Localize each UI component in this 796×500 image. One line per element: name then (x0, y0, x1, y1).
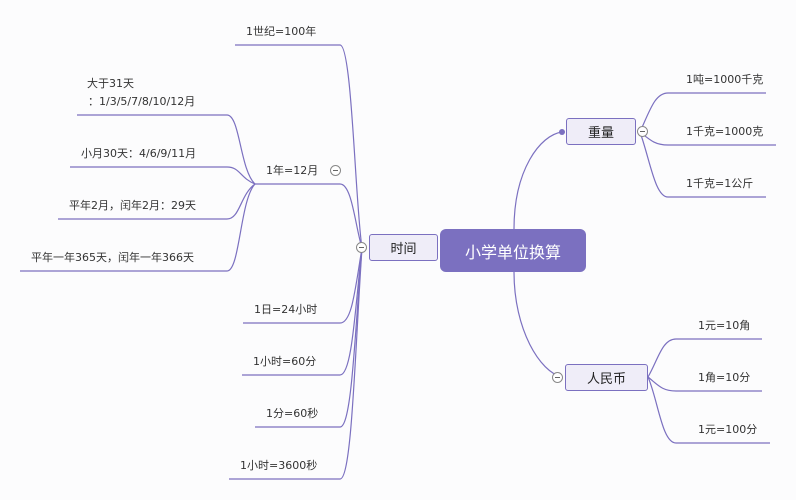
leaf-time-4[interactable]: 1小时=60分 (253, 353, 316, 369)
collapse-weight-icon[interactable] (637, 126, 648, 137)
leaf-year-2[interactable]: 小月30天：4/6/9/11月 (81, 145, 196, 161)
link-root-weight (513, 131, 563, 230)
leaf-weight-3[interactable]: 1千克=1公斤 (686, 175, 753, 191)
leaf-year-4[interactable]: 平年一年365天，闰年一年366天 (31, 249, 194, 265)
connector-dot-icon (559, 129, 565, 135)
link-year-2 (70, 166, 256, 185)
leaf-money-3[interactable]: 1元=100分 (698, 421, 757, 437)
collapse-money-icon[interactable] (552, 372, 563, 383)
node-weight-label: 重量 (587, 126, 614, 141)
link-time-5 (255, 247, 363, 428)
leaf-weight-1[interactable]: 1吨=1000千克 (686, 71, 763, 87)
link-root-money (513, 271, 563, 378)
node-money-label: 人民币 (586, 372, 626, 387)
link-time-1 (235, 44, 363, 249)
leaf-time-1[interactable]: 1世纪=100年 (246, 23, 316, 39)
node-money[interactable]: 人民币 (565, 364, 648, 391)
node-time[interactable]: 时间 (369, 234, 438, 261)
node-time-label: 时间 (390, 242, 417, 257)
leaf-year-3[interactable]: 平年2月，闰年2月：29天 (69, 197, 196, 213)
leaf-year-1-line1[interactable]: 大于31天 (87, 75, 134, 91)
node-weight[interactable]: 重量 (566, 118, 636, 145)
link-time-2 (255, 183, 363, 249)
leaf-weight-2[interactable]: 1千克=1000克 (686, 123, 763, 139)
leaf-year-1-line2[interactable]: ：1/3/5/7/8/10/12月 (88, 93, 195, 109)
leaf-money-2[interactable]: 1角=10分 (698, 369, 750, 385)
root-node[interactable]: 小学单位换算 (440, 229, 586, 272)
leaf-time-3[interactable]: 1日=24小时 (254, 301, 317, 317)
leaf-time-5[interactable]: 1分=60秒 (266, 405, 318, 421)
root-label: 小学单位换算 (464, 242, 561, 262)
leaf-money-1[interactable]: 1元=10角 (698, 317, 750, 333)
leaf-time-year[interactable]: 1年=12月 (266, 162, 318, 178)
collapse-time-icon[interactable] (356, 242, 367, 253)
leaf-time-6[interactable]: 1小时=3600秒 (240, 457, 317, 473)
collapse-year-icon[interactable] (330, 165, 341, 176)
